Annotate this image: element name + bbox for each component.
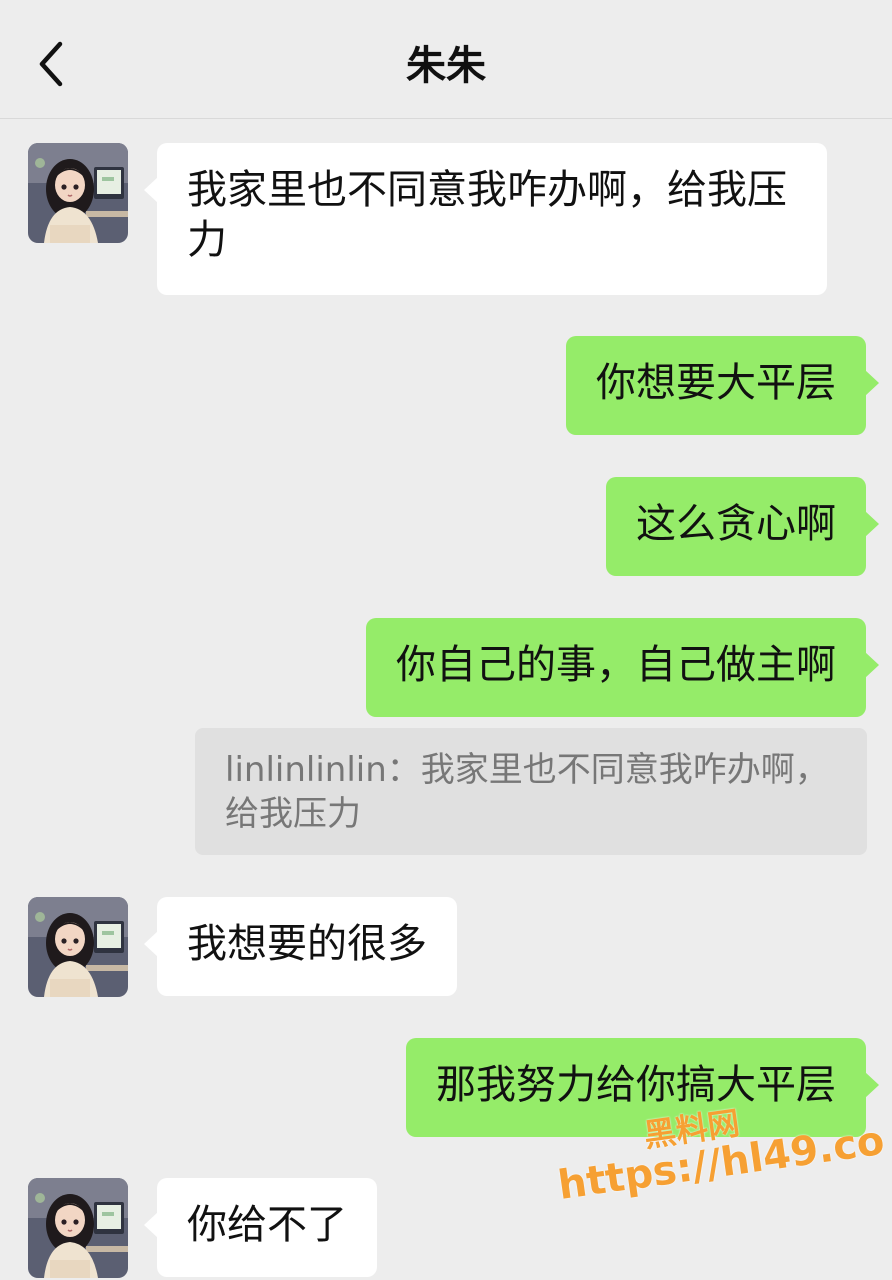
avatar-image: [28, 143, 128, 243]
message-bubble-outgoing[interactable]: 这么贪心啊: [606, 477, 879, 576]
quoted-message[interactable]: linlinlinlin：我家里也不同意我咋办啊，给我压力: [195, 728, 867, 855]
contact-avatar[interactable]: [28, 897, 128, 997]
contact-avatar[interactable]: [28, 1178, 128, 1278]
message-bubble-incoming[interactable]: 我家里也不同意我咋办啊，给我压力: [144, 143, 827, 295]
message-bubble-incoming[interactable]: 我想要的很多: [144, 897, 457, 996]
message-bubble-outgoing[interactable]: 你自己的事，自己做主啊: [366, 618, 879, 717]
message-bubble-incoming[interactable]: 你给不了: [144, 1178, 377, 1277]
contact-avatar[interactable]: [28, 143, 128, 243]
chat-header: 朱朱: [0, 0, 892, 119]
avatar-image: [28, 897, 128, 997]
avatar-image: [28, 1178, 128, 1278]
message-bubble-outgoing[interactable]: 你想要大平层: [566, 336, 879, 435]
chat-title: 朱朱: [406, 43, 486, 89]
